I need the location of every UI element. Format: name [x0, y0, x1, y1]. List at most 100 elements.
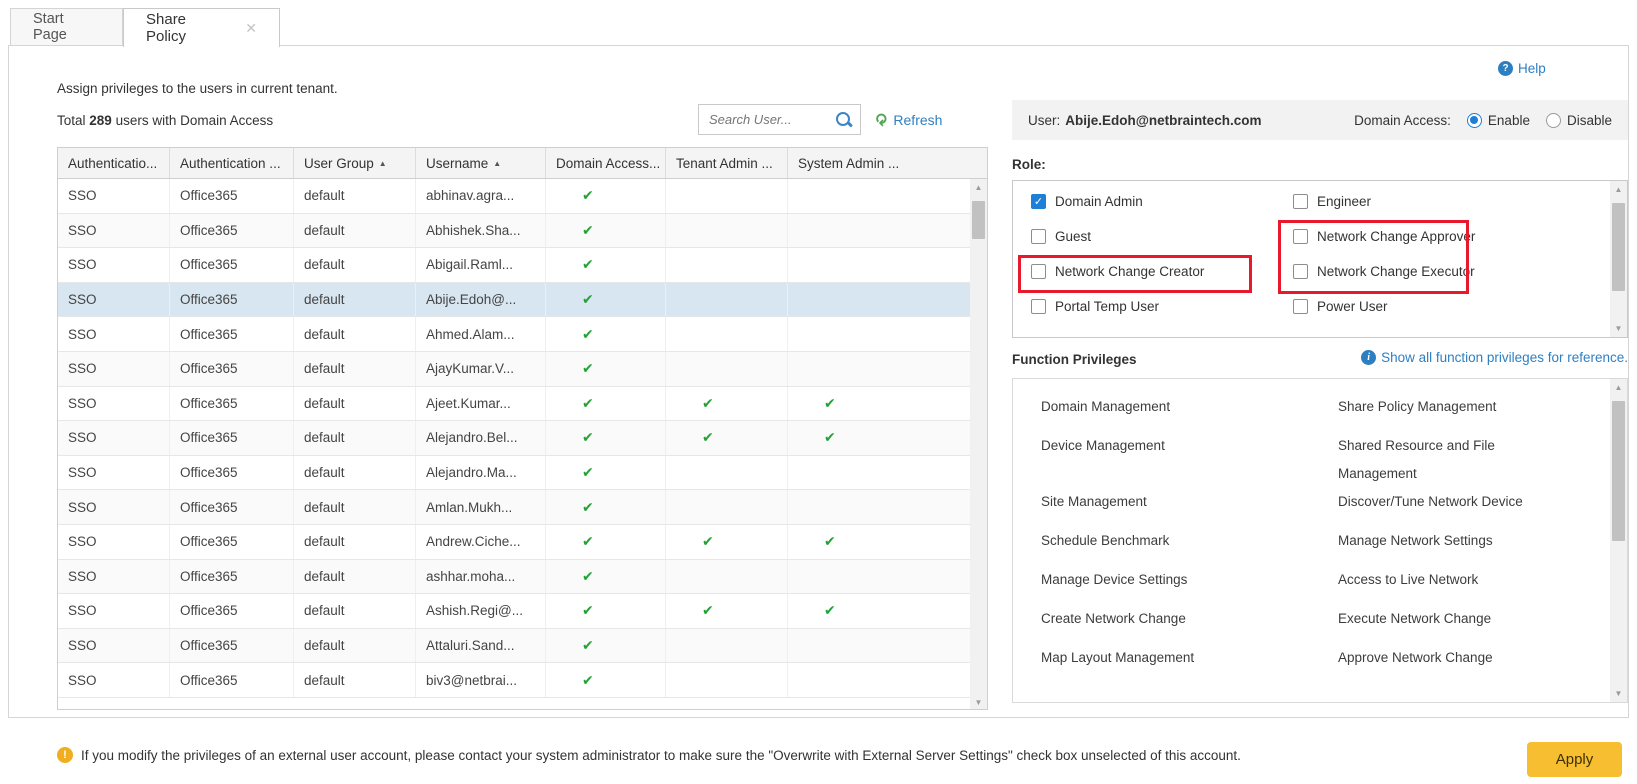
check-icon: ✔: [582, 256, 594, 273]
check-icon: ✔: [582, 672, 594, 689]
show-all-privileges-link[interactable]: i Show all function privileges for refer…: [1170, 350, 1628, 365]
column-header-username[interactable]: Username▲: [416, 148, 546, 178]
check-icon: ✔: [702, 602, 714, 619]
scroll-down-icon[interactable]: ▼: [1610, 685, 1627, 702]
checkbox-checked-icon[interactable]: ✓: [1031, 194, 1046, 209]
tenant-admin-cell: [666, 179, 788, 213]
checkbox-icon[interactable]: [1293, 194, 1308, 209]
checkbox-icon[interactable]: [1293, 229, 1308, 244]
role-option-power-user[interactable]: Power User: [1293, 299, 1388, 314]
scrollbar-thumb[interactable]: [972, 201, 985, 239]
tab-start-page[interactable]: Start Page: [10, 8, 123, 46]
column-header-user-group[interactable]: User Group▲: [294, 148, 416, 178]
column-header-authentication-[interactable]: Authentication ...: [170, 148, 294, 178]
info-icon: i: [1361, 350, 1376, 365]
column-header-tenant-admin-[interactable]: Tenant Admin ...: [666, 148, 788, 178]
system-admin-cell: [788, 456, 987, 490]
table-row[interactable]: SSOOffice365defaultbiv3@netbrai...✔: [58, 663, 987, 698]
privilege-item: Site Management: [1041, 488, 1338, 516]
column-header-authenticatio-[interactable]: Authenticatio...: [58, 148, 170, 178]
domain-access-cell: ✔: [546, 629, 666, 663]
check-icon: ✔: [582, 360, 594, 377]
role-option-network-change-approver[interactable]: Network Change Approver: [1293, 229, 1475, 244]
table-row[interactable]: SSOOffice365defaultashhar.moha...✔: [58, 560, 987, 595]
role-option-guest[interactable]: Guest: [1031, 229, 1091, 244]
search-user-input[interactable]: [699, 112, 834, 127]
check-icon: ✔: [702, 533, 714, 550]
system-admin-cell: [788, 179, 987, 213]
table-row[interactable]: SSOOffice365defaultAshish.Regi@...✔✔✔: [58, 594, 987, 629]
table-row[interactable]: SSOOffice365defaultAbigail.Raml...✔: [58, 248, 987, 283]
role-option-domain-admin[interactable]: ✓ Domain Admin: [1031, 194, 1143, 209]
column-header-system-admin-[interactable]: System Admin ...: [788, 148, 987, 178]
privilege-item: Manage Network Settings: [1338, 527, 1548, 555]
scroll-up-icon[interactable]: ▲: [970, 179, 987, 196]
privileges-scrollbar[interactable]: ▲ ▼: [1610, 379, 1627, 702]
table-scrollbar[interactable]: ▲ ▼: [970, 179, 987, 710]
checkbox-icon[interactable]: [1031, 229, 1046, 244]
checkbox-icon[interactable]: [1031, 299, 1046, 314]
user-group-cell: default: [294, 663, 416, 697]
user-email: Abije.Edoh@netbraintech.com: [1065, 113, 1261, 128]
auth-type-cell: SSO: [58, 663, 170, 697]
scroll-up-icon[interactable]: ▲: [1610, 379, 1627, 396]
tab-share-policy[interactable]: Share Policy ✕: [123, 8, 280, 47]
role-option-network-change-executor[interactable]: Network Change Executor: [1293, 264, 1475, 279]
role-option-label: Domain Admin: [1055, 194, 1143, 209]
refresh-label: Refresh: [893, 112, 942, 128]
domain-access-enable-option[interactable]: Enable: [1467, 113, 1530, 128]
search-icon[interactable]: [834, 110, 854, 130]
scroll-up-icon[interactable]: ▲: [1610, 181, 1627, 198]
auth-server-cell: Office365: [170, 663, 294, 697]
user-label: User:: [1028, 113, 1060, 128]
scroll-down-icon[interactable]: ▼: [970, 694, 987, 710]
table-row[interactable]: SSOOffice365defaultAbije.Edoh@...✔: [58, 283, 987, 318]
checkbox-icon[interactable]: [1293, 264, 1308, 279]
role-option-engineer[interactable]: Engineer: [1293, 194, 1371, 209]
tab-share-policy-label: Share Policy: [146, 11, 229, 45]
role-box: ✓ Domain Admin Guest Network Change Creator…: [1012, 180, 1628, 338]
auth-type-cell: SSO: [58, 214, 170, 248]
table-row[interactable]: SSOOffice365defaultAlejandro.Ma...✔: [58, 456, 987, 491]
apply-button[interactable]: Apply: [1527, 742, 1622, 777]
privilege-item: Device Management: [1041, 432, 1338, 460]
role-scrollbar[interactable]: ▲ ▼: [1610, 181, 1627, 337]
user-group-cell: default: [294, 248, 416, 282]
table-row[interactable]: SSOOffice365defaultabhinav.agra...✔: [58, 179, 987, 214]
radio-disable-icon[interactable]: [1546, 113, 1561, 128]
system-admin-cell: [788, 248, 987, 282]
tenant-admin-cell: [666, 317, 788, 351]
column-header-domain-access-[interactable]: Domain Access...: [546, 148, 666, 178]
refresh-button[interactable]: ⟳ Refresh: [874, 110, 942, 130]
close-icon[interactable]: ✕: [245, 20, 257, 37]
help-link[interactable]: ? Help: [1498, 61, 1546, 76]
table-row[interactable]: SSOOffice365defaultAbhishek.Sha...✔: [58, 214, 987, 249]
tenant-admin-cell: [666, 629, 788, 663]
scroll-down-icon[interactable]: ▼: [1610, 320, 1627, 337]
warning-icon: !: [57, 747, 73, 763]
table-row[interactable]: SSOOffice365defaultAttaluri.Sand...✔: [58, 629, 987, 664]
table-row[interactable]: SSOOffice365defaultAmlan.Mukh...✔: [58, 490, 987, 525]
role-option-network-change-creator[interactable]: Network Change Creator: [1031, 264, 1204, 279]
system-admin-cell: [788, 283, 987, 317]
scrollbar-thumb[interactable]: [1612, 203, 1625, 291]
tenant-admin-cell: ✔: [666, 421, 788, 455]
auth-type-cell: SSO: [58, 525, 170, 559]
radio-enable-icon[interactable]: [1467, 113, 1482, 128]
username-cell: Amlan.Mukh...: [416, 490, 546, 524]
table-row[interactable]: SSOOffice365defaultAjayKumar.V...✔: [58, 352, 987, 387]
column-header-label: Username: [426, 156, 488, 171]
privilege-item: Create Network Change: [1041, 605, 1338, 633]
disable-label: Disable: [1567, 113, 1612, 128]
checkbox-icon[interactable]: [1031, 264, 1046, 279]
checkbox-icon[interactable]: [1293, 299, 1308, 314]
role-option-portal-temp-user[interactable]: Portal Temp User: [1031, 299, 1159, 314]
system-admin-cell: ✔: [788, 387, 987, 421]
table-row[interactable]: SSOOffice365defaultAlejandro.Bel...✔✔✔: [58, 421, 987, 456]
username-cell: Abhishek.Sha...: [416, 214, 546, 248]
table-row[interactable]: SSOOffice365defaultAhmed.Alam...✔: [58, 317, 987, 352]
scrollbar-thumb[interactable]: [1612, 401, 1625, 541]
table-row[interactable]: SSOOffice365defaultAjeet.Kumar...✔✔✔: [58, 387, 987, 422]
table-row[interactable]: SSOOffice365defaultAndrew.Ciche...✔✔✔: [58, 525, 987, 560]
domain-access-disable-option[interactable]: Disable: [1546, 113, 1612, 128]
